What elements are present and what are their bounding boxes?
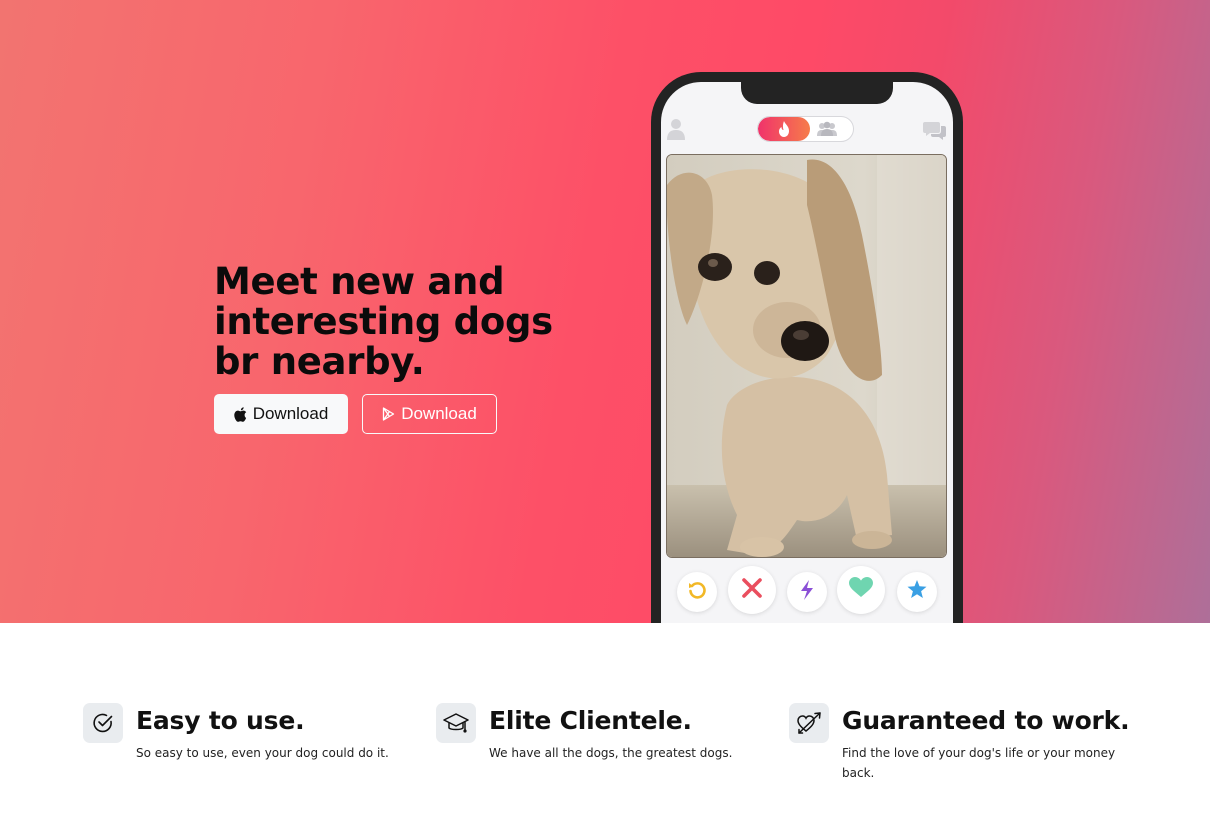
- phone-mockup: [651, 72, 963, 623]
- feature-text: So easy to use, even your dog could do i…: [136, 746, 389, 760]
- chat-icon[interactable]: [923, 120, 947, 145]
- phone-screen: [661, 82, 953, 623]
- check-circle-icon: [83, 703, 123, 743]
- apple-download-button[interactable]: Download: [214, 394, 348, 434]
- graduation-cap-icon: [436, 703, 476, 743]
- apple-download-label: Download: [252, 404, 329, 423]
- nope-button[interactable]: [728, 566, 776, 614]
- rewind-button[interactable]: [677, 572, 717, 612]
- apple-icon: [233, 406, 247, 422]
- super-like-icon: [907, 580, 927, 604]
- feature-title: Guaranteed to work.: [842, 706, 1130, 735]
- heart-arrow-icon: [789, 703, 829, 743]
- profile-icon[interactable]: [667, 118, 685, 145]
- boost-icon: [800, 579, 814, 605]
- nope-icon: [741, 577, 763, 604]
- flame-icon[interactable]: [758, 117, 810, 141]
- dog-photo: [667, 155, 946, 557]
- hero-section: Meet new and interesting dogs br nearby.…: [0, 0, 1210, 623]
- like-button[interactable]: [837, 566, 885, 614]
- hero-title: Meet new and interesting dogs br nearby.: [214, 260, 553, 383]
- like-icon: [849, 577, 873, 603]
- google-play-download-button[interactable]: Download: [362, 394, 497, 434]
- boost-button[interactable]: [787, 572, 827, 612]
- feature-title: Elite Clientele.: [489, 706, 692, 735]
- feature-text: We have all the dogs, the greatest dogs.: [489, 746, 733, 760]
- dog-profile-card[interactable]: [666, 154, 947, 558]
- phone-notch: [741, 82, 893, 104]
- feature-text: Find the love of your dog's life or your…: [842, 746, 1116, 780]
- google-play-icon: [382, 407, 395, 421]
- super-like-button[interactable]: [897, 572, 937, 612]
- feature-title: Easy to use.: [136, 706, 305, 735]
- discovery-toggle[interactable]: [757, 116, 854, 142]
- group-icon[interactable]: [816, 121, 838, 141]
- rewind-icon: [687, 580, 707, 605]
- google-play-download-label: Download: [401, 404, 477, 423]
